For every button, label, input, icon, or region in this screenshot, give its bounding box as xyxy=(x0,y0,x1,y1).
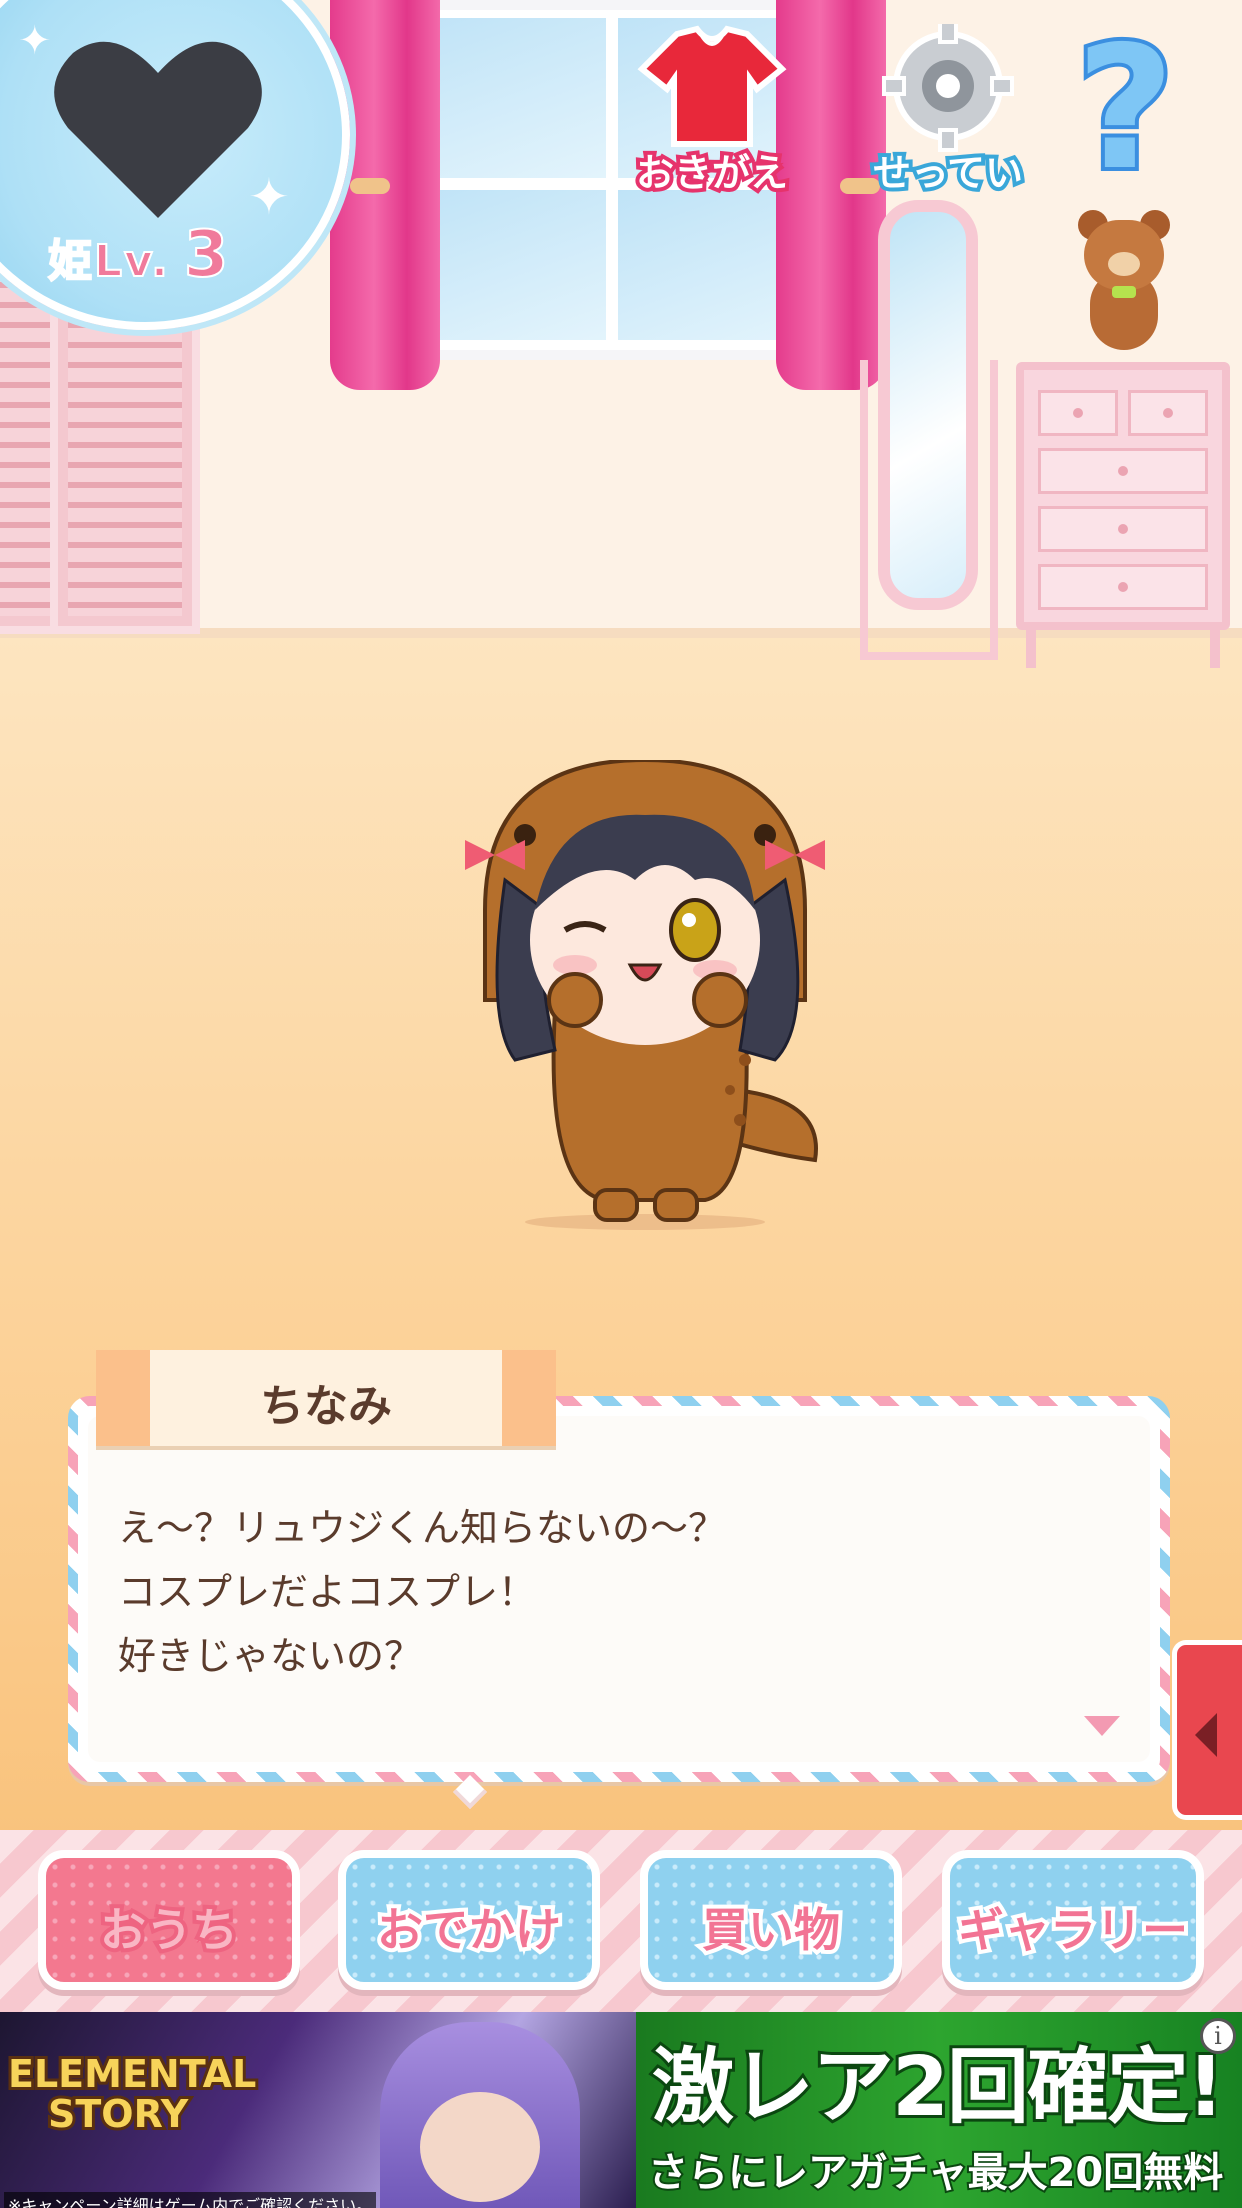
nav-home-button[interactable]: おうち xyxy=(38,1850,300,1990)
nav-shopping-button[interactable]: 買い物 xyxy=(640,1850,902,1990)
dress-icon xyxy=(637,25,787,147)
speaker-name: ちなみ xyxy=(260,1381,392,1432)
ad-headline: 激レア2回確定! xyxy=(649,2037,1227,2138)
level-label: 姫Lv. xyxy=(47,235,170,288)
ad-logo: ELEMENTAL STORY xyxy=(5,2051,259,2137)
ad-logo-line1: ELEMENTAL xyxy=(5,2051,259,2097)
settings-button[interactable]: せってい xyxy=(858,20,1038,204)
teddy-bear xyxy=(1064,210,1184,370)
nav-home-label: おうち xyxy=(96,1899,242,1961)
ad-text-panel: 激レア2回確定! さらにレアガチャ最大20回無料 xyxy=(636,2012,1242,2208)
nav-gallery-button[interactable]: ギャラリー xyxy=(942,1850,1204,1990)
triangle-down-icon xyxy=(1084,1716,1120,1736)
question-icon: ? xyxy=(1072,10,1179,208)
side-menu-tab[interactable] xyxy=(1172,1640,1242,1820)
ad-subline: さらにレアガチャ最大20回無料 xyxy=(646,2148,1225,2198)
settings-label: せってい xyxy=(869,147,1027,199)
help-button[interactable]: ? xyxy=(1056,20,1236,210)
ad-logo-line2: STORY xyxy=(45,2091,191,2137)
sparkle-icon: ✦ xyxy=(18,18,52,64)
nav-shopping-label: 買い物 xyxy=(698,1899,844,1961)
gear-icon xyxy=(882,20,1014,152)
ad-banner[interactable]: ELEMENTAL STORY ※キャンペーン詳細はゲーム内でご確認ください。 … xyxy=(0,2012,1242,2208)
princess-level: 姫Lv. 3 xyxy=(47,217,231,293)
speaker-name-tag: ちなみ xyxy=(96,1350,556,1446)
sparkle-icon: ✦ xyxy=(248,168,290,226)
bottom-nav: おうち おでかけ 買い物 ギャラリー xyxy=(0,1830,1242,2012)
standing-mirror xyxy=(878,200,978,610)
ad-disclaimer: ※キャンペーン詳細はゲーム内でご確認ください。 xyxy=(4,2192,377,2208)
dialogue-box[interactable]: え～？リュウジくん知らないの～？ コスプレだよコスプレ！ 好きじゃないの？ xyxy=(68,1396,1170,1782)
heart-icon xyxy=(54,41,262,218)
nav-gallery-label: ギャラリー xyxy=(954,1899,1192,1961)
nav-outing-label: おでかけ xyxy=(373,1899,565,1961)
chevron-left-icon xyxy=(1195,1713,1217,1757)
ad-artwork: ELEMENTAL STORY ※キャンペーン詳細はゲーム内でご確認ください。 xyxy=(0,2012,636,2208)
level-value: 3 xyxy=(183,217,231,293)
info-icon[interactable]: i xyxy=(1200,2018,1236,2054)
nav-outing-button[interactable]: おでかけ xyxy=(338,1850,600,1990)
dress-up-label: おきがえ xyxy=(632,147,792,199)
curtain-left xyxy=(330,0,440,390)
character-chinami[interactable] xyxy=(445,760,845,1230)
dress-up-button[interactable]: おきがえ xyxy=(622,24,802,204)
dialogue-text: え～？リュウジくん知らないの～？ コスプレだよコスプレ！ 好きじゃないの？ xyxy=(118,1506,727,1678)
dresser xyxy=(1016,362,1230,630)
